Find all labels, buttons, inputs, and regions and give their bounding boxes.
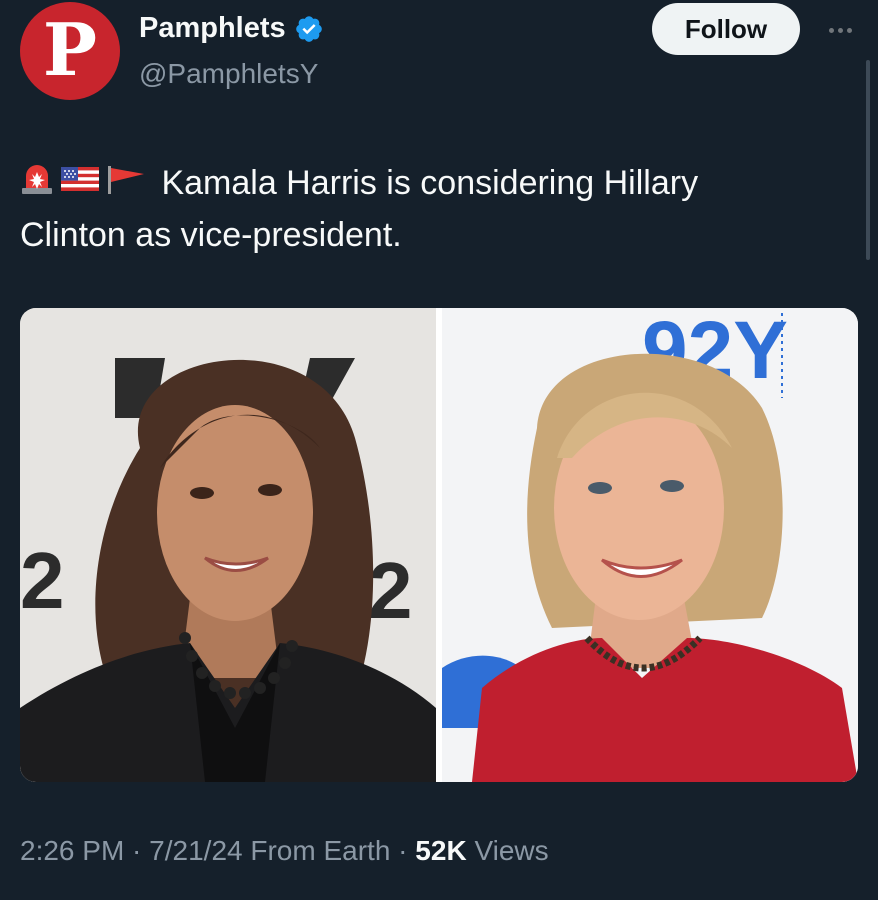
tweet-date[interactable]: 7/21/24 <box>149 835 242 866</box>
verified-badge-icon <box>295 15 322 42</box>
red-flag-icon <box>106 160 146 210</box>
author-handle[interactable]: @PamphletsY <box>139 58 318 90</box>
tweet-text-line-1: Kamala Harris is considering Hillary <box>161 164 699 202</box>
tweet-card: P Pamphlets @PamphletsY Follow Kamala Ha… <box>0 0 878 900</box>
more-horizontal-icon <box>828 27 834 33</box>
meta-separator: · <box>390 835 416 866</box>
views-count[interactable]: 52K <box>415 835 466 866</box>
avatar-letter: P <box>42 7 98 92</box>
meta-separator: · <box>124 835 150 866</box>
follow-button[interactable]: Follow <box>652 3 800 55</box>
more-options-button[interactable] <box>820 18 860 42</box>
avatar[interactable]: P <box>20 2 120 100</box>
photo-right[interactable]: 92Y <box>442 308 858 782</box>
author-display-name[interactable]: Pamphlets <box>139 12 286 45</box>
photo-left[interactable]: 2 2 <box>20 308 436 782</box>
portrait-left: 2 2 <box>20 308 436 782</box>
tweet-time[interactable]: 2:26 PM <box>20 835 124 866</box>
views-label: Views <box>466 835 549 866</box>
scrollbar[interactable] <box>866 60 870 260</box>
tweet-source: From Earth <box>242 835 391 866</box>
tweet-meta: 2:26 PM · 7/21/24 From Earth · 52K Views <box>20 835 549 867</box>
more-horizontal-icon <box>846 27 852 33</box>
author-name-row[interactable]: Pamphlets <box>139 12 324 45</box>
more-horizontal-icon <box>837 27 843 33</box>
tweet-text-line-2: Clinton as vice-president. <box>20 216 402 255</box>
portrait-right: 92Y <box>442 308 858 782</box>
svg-text:2: 2 <box>368 546 413 635</box>
us-flag-icon <box>60 160 100 210</box>
svg-text:2: 2 <box>20 536 65 625</box>
tweet-text: Kamala Harris is considering Hillary Cli… <box>20 158 820 260</box>
rotating-light-icon <box>20 160 54 210</box>
media-container[interactable]: 2 2 92Y <box>20 308 858 782</box>
